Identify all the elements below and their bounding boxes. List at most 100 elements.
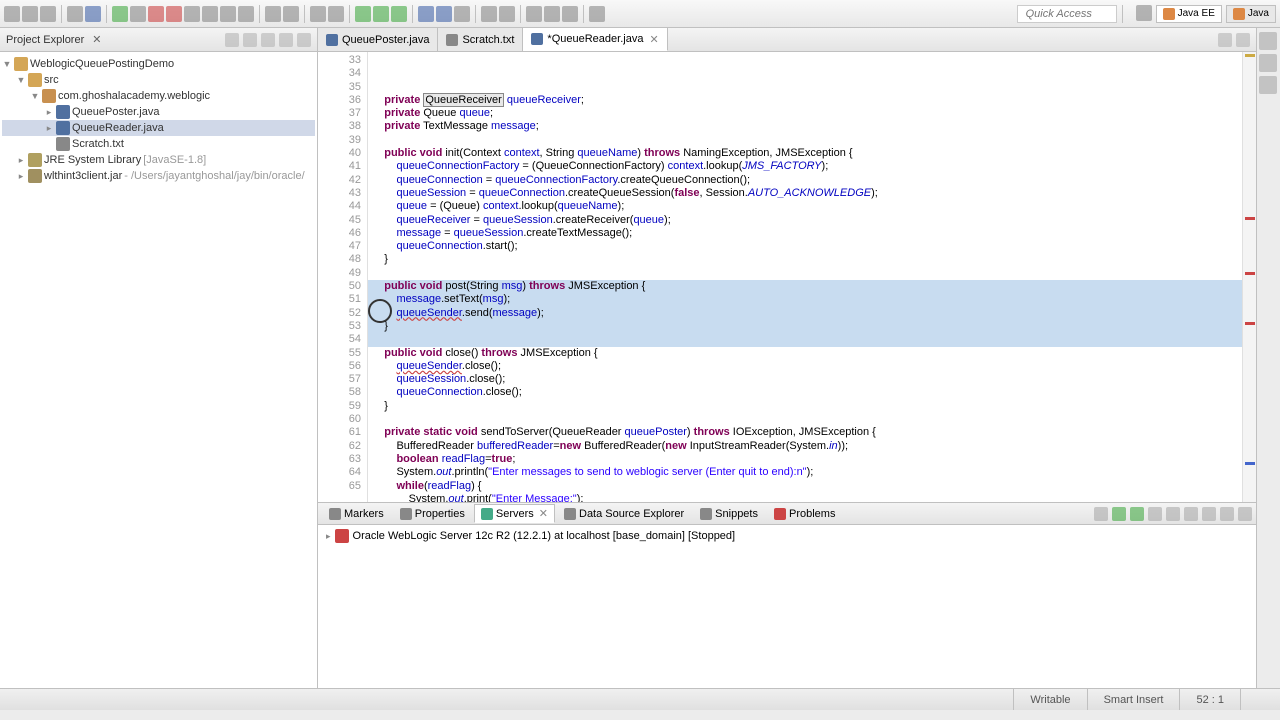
editor-tab[interactable]: QueuePoster.java <box>318 28 438 51</box>
view-menu-icon[interactable] <box>261 33 275 47</box>
perspective-java[interactable]: Java <box>1226 5 1276 23</box>
main-toolbar: Java EE Java <box>0 0 1280 28</box>
minimize-icon[interactable] <box>1220 507 1234 521</box>
server-stop-icon[interactable] <box>1166 507 1180 521</box>
status-bar: Writable Smart Insert 52 : 1 <box>0 688 1280 710</box>
server-stopped-icon <box>335 529 349 543</box>
new-project-icon[interactable] <box>418 6 434 22</box>
step-over-icon[interactable] <box>220 6 236 22</box>
server-profile-icon[interactable] <box>1148 507 1162 521</box>
disconnect-icon[interactable] <box>184 6 200 22</box>
close-icon[interactable]: ✕ <box>539 507 548 520</box>
overview-marker-warn[interactable] <box>1245 54 1255 57</box>
code-content[interactable]: private QueueReceiver queueReceiver; pri… <box>368 52 1242 502</box>
quick-access-input[interactable] <box>1017 5 1117 23</box>
tab-label: QueuePoster.java <box>342 34 429 46</box>
server-publish-icon[interactable] <box>1184 507 1198 521</box>
drop-frame-icon[interactable] <box>265 6 281 22</box>
link-editor-icon[interactable] <box>243 33 257 47</box>
tab-problems[interactable]: Problems <box>767 505 842 523</box>
tab-servers[interactable]: Servers✕ <box>474 504 555 523</box>
separator <box>106 5 107 23</box>
stop-icon[interactable] <box>148 6 164 22</box>
tab-snippets[interactable]: Snippets <box>693 505 765 523</box>
pin-icon[interactable] <box>589 6 605 22</box>
overview-marker-error[interactable] <box>1245 217 1255 220</box>
new-server-icon[interactable] <box>310 6 326 22</box>
tree-jre[interactable]: ▸JRE System Library[JavaSE-1.8] <box>2 152 315 168</box>
perspective-switcher: Java EE Java <box>1136 5 1276 23</box>
nav-back-icon[interactable] <box>544 6 560 22</box>
panel-header: Project Explorer ✕ <box>0 28 317 52</box>
wand-icon[interactable] <box>85 6 101 22</box>
server-label: Oracle WebLogic Server 12c R2 (12.2.1) a… <box>353 530 736 542</box>
maximize-icon[interactable] <box>297 33 311 47</box>
close-icon[interactable]: ✕ <box>92 33 101 46</box>
overview-ruler[interactable] <box>1242 52 1256 502</box>
search-icon[interactable] <box>499 6 515 22</box>
server-new-icon[interactable] <box>1094 507 1108 521</box>
tab-markers[interactable]: Markers <box>322 505 391 523</box>
new-package-icon[interactable] <box>436 6 452 22</box>
outline-icon[interactable] <box>1259 54 1277 72</box>
tree-file-selected[interactable]: ▸QueueReader.java <box>2 120 315 136</box>
java-icon <box>1233 8 1245 20</box>
terminate-icon[interactable] <box>166 6 182 22</box>
nav-fwd-icon[interactable] <box>562 6 578 22</box>
step-into-icon[interactable] <box>202 6 218 22</box>
tab-label: Scratch.txt <box>462 34 514 46</box>
tab-datasource[interactable]: Data Source Explorer <box>557 505 691 523</box>
annotation-icon[interactable] <box>526 6 542 22</box>
perspective-label: Java EE <box>1178 8 1215 19</box>
run-last-icon[interactable] <box>391 6 407 22</box>
code-editor[interactable]: 3334353637383940414243444546474849505152… <box>318 52 1256 502</box>
tab-label: *QueueReader.java <box>547 33 643 45</box>
tree-project[interactable]: ▼WeblogicQueuePostingDemo <box>2 56 315 72</box>
tree-src[interactable]: ▼src <box>2 72 315 88</box>
tree-label: wlthint3client.jar <box>44 170 122 182</box>
tree-file[interactable]: Scratch.txt <box>2 136 315 152</box>
tree-jar[interactable]: ▸wlthint3client.jar - /Users/jayantghosh… <box>2 168 315 184</box>
editor-tab-active[interactable]: *QueueReader.java ✕ <box>523 28 667 51</box>
tree-package[interactable]: ▼com.ghoshalacademy.weblogic <box>2 88 315 104</box>
open-type-icon[interactable] <box>481 6 497 22</box>
tab-properties[interactable]: Properties <box>393 505 472 523</box>
server-row[interactable]: ▸ Oracle WebLogic Server 12c R2 (12.2.1)… <box>326 529 1248 543</box>
java-file-icon <box>56 121 70 135</box>
build-icon[interactable] <box>328 6 344 22</box>
use-step-filter-icon[interactable] <box>283 6 299 22</box>
save-all-icon[interactable] <box>40 6 56 22</box>
editor-tab[interactable]: Scratch.txt <box>438 28 523 51</box>
markers-icon <box>329 508 341 520</box>
collapse-all-icon[interactable] <box>225 33 239 47</box>
overview-marker-error[interactable] <box>1245 322 1255 325</box>
java-file-icon <box>326 34 338 46</box>
minimize-icon[interactable] <box>1218 33 1232 47</box>
package-icon <box>42 89 56 103</box>
debug-icon[interactable] <box>355 6 371 22</box>
run-icon[interactable] <box>373 6 389 22</box>
toggle-icon[interactable] <box>67 6 83 22</box>
overview-marker-error[interactable] <box>1245 272 1255 275</box>
new-icon[interactable] <box>4 6 20 22</box>
resume-icon[interactable] <box>112 6 128 22</box>
bottom-tabs: Markers Properties Servers✕ Data Source … <box>318 503 1256 525</box>
save-icon[interactable] <box>22 6 38 22</box>
expand-arrow-icon[interactable]: ▸ <box>326 531 331 542</box>
overview-marker-info[interactable] <box>1245 462 1255 465</box>
new-class-icon[interactable] <box>454 6 470 22</box>
perspective-javaee[interactable]: Java EE <box>1156 5 1222 23</box>
server-start-icon[interactable] <box>1112 507 1126 521</box>
open-perspective-icon[interactable] <box>1136 5 1152 21</box>
view-menu-icon[interactable] <box>1202 507 1216 521</box>
tree-file[interactable]: ▸QueuePoster.java <box>2 104 315 120</box>
maximize-icon[interactable] <box>1238 507 1252 521</box>
close-icon[interactable]: ✕ <box>649 33 658 46</box>
minimize-icon[interactable] <box>279 33 293 47</box>
maximize-icon[interactable] <box>1236 33 1250 47</box>
restore-icon[interactable] <box>1259 32 1277 50</box>
server-debug-icon[interactable] <box>1130 507 1144 521</box>
tasklist-icon[interactable] <box>1259 76 1277 94</box>
pause-icon[interactable] <box>130 6 146 22</box>
step-return-icon[interactable] <box>238 6 254 22</box>
